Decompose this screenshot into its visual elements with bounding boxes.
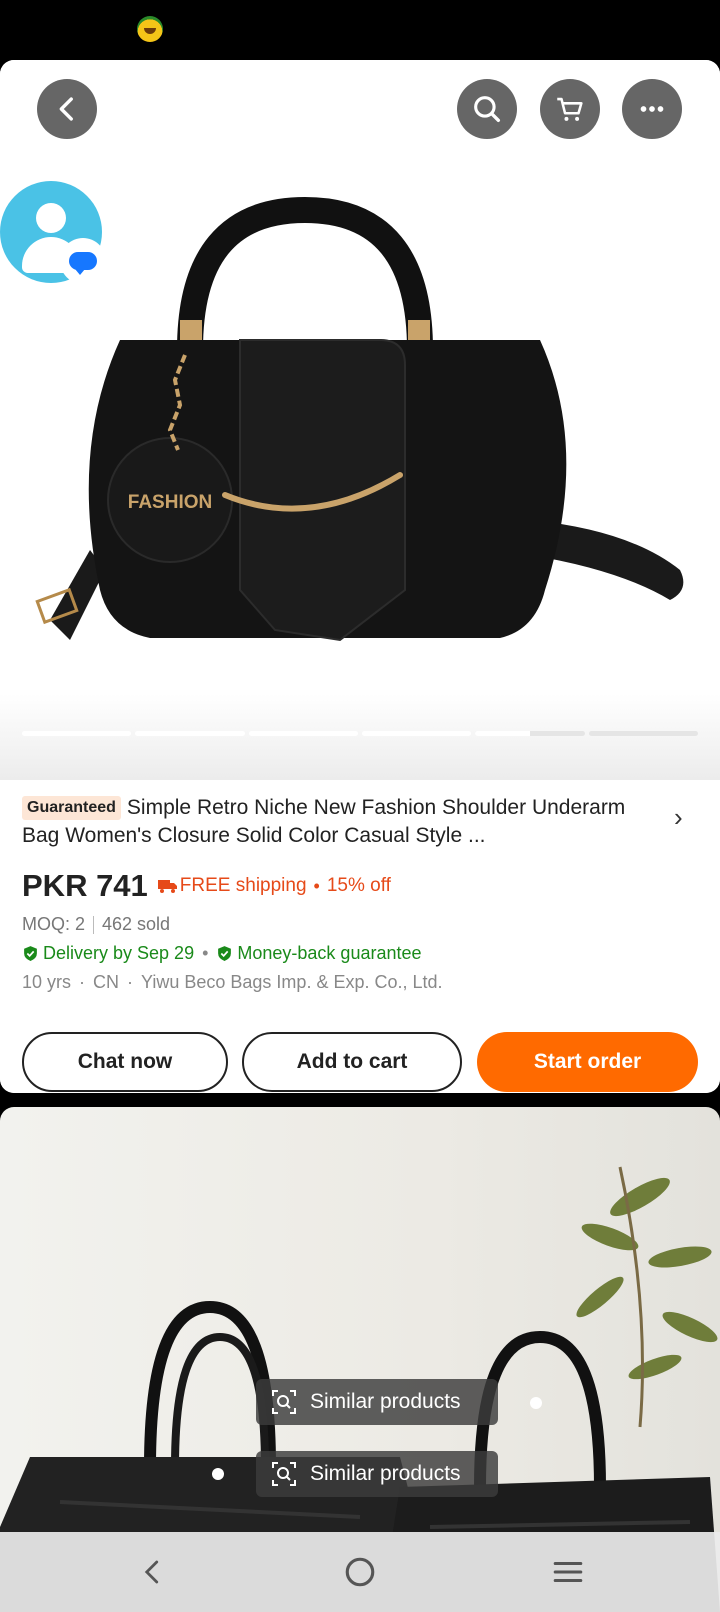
guaranteed-badge: Guaranteed	[22, 796, 121, 820]
free-shipping-label: FREE shipping	[157, 875, 307, 897]
supplier-years: 10 yrs	[22, 972, 72, 992]
cart-icon	[557, 97, 583, 121]
bag-tag-text: FASHION	[128, 492, 212, 513]
more-dots-icon	[640, 106, 664, 112]
shield-check-icon	[24, 946, 37, 961]
search-button[interactable]	[457, 79, 517, 139]
image-search-icon	[272, 1462, 296, 1486]
more-button[interactable]	[622, 79, 682, 139]
back-button[interactable]	[37, 79, 97, 139]
delivery-row: Delivery by Sep 29 • Money-back guarante…	[22, 943, 422, 964]
supplier-country: CN	[93, 972, 120, 992]
start-order-button[interactable]: Start order	[477, 1032, 698, 1092]
chat-bubble-icon[interactable]	[60, 238, 106, 284]
cartoon-face-icon	[137, 16, 163, 42]
add-to-cart-button[interactable]: Add to cart	[242, 1032, 462, 1092]
guarantee-text: Money-back guarantee	[237, 943, 422, 963]
shield-check-icon	[218, 946, 232, 961]
chevron-right-icon[interactable]: ›	[674, 802, 683, 833]
gallery-page-indicator	[361, 731, 472, 736]
separator-dot: •	[202, 943, 209, 963]
similar-products-label: Similar products	[310, 1462, 461, 1485]
discount-label: 15% off	[326, 875, 391, 896]
price-row: PKR 741 FREE shipping • 15% off	[22, 866, 391, 906]
gallery-page-indicator	[248, 731, 358, 736]
similar-products-button[interactable]: Similar products	[256, 1451, 498, 1497]
moq-label: MOQ: 2	[22, 914, 86, 934]
moq-row: MOQ: 2 462 sold	[22, 914, 170, 935]
gallery-indicator	[22, 731, 698, 737]
similar-products-label: Similar products	[310, 1390, 461, 1413]
product-title-row[interactable]: Guaranteed Simple Retro Niche New Fashion…	[22, 794, 642, 850]
status-bar	[0, 0, 720, 60]
separator-dot: •	[313, 875, 320, 896]
gallery-page-indicator	[588, 731, 698, 736]
image-search-icon	[272, 1390, 296, 1414]
product-gallery[interactable]: FASHION	[0, 60, 720, 780]
delivery-text: Delivery by Sep 29	[43, 943, 195, 963]
similar-products-button[interactable]: Similar products	[256, 1379, 498, 1425]
chevron-left-icon	[144, 1560, 159, 1584]
sold-count: 462 sold	[102, 914, 171, 934]
chat-now-button[interactable]: Chat now	[22, 1032, 228, 1092]
nav-back-button[interactable]	[131, 1550, 175, 1594]
system-nav-bar	[0, 1532, 720, 1612]
gallery-page-indicator	[475, 731, 585, 736]
truck-icon	[157, 880, 177, 893]
avatar-head	[36, 203, 66, 233]
gallery-page-indicator	[22, 731, 132, 736]
product-card: FASHION Guaranteed Simple Retro Niche New…	[0, 60, 720, 1093]
supplier-row[interactable]: 10 yrs · CN · Yiwu Beco Bags Imp. & Exp. Co.…	[22, 972, 443, 993]
product-price: PKR 741	[22, 868, 148, 903]
nav-recents-button[interactable]	[546, 1550, 590, 1594]
nav-home-button[interactable]	[338, 1550, 382, 1594]
cart-button[interactable]	[540, 79, 600, 139]
product-info: Guaranteed Simple Retro Niche New Fashion…	[0, 780, 720, 1093]
divider	[93, 915, 95, 934]
home-circle-icon	[345, 1557, 375, 1587]
product-image: FASHION	[35, 196, 684, 642]
supplier-name: Yiwu Beco Bags Imp. & Exp. Co., Ltd.	[141, 972, 443, 992]
search-icon	[474, 96, 501, 123]
shipping-text: FREE shipping	[179, 875, 307, 896]
hotspot-dot[interactable]	[212, 1468, 224, 1480]
menu-lines-icon	[553, 1561, 583, 1583]
hotspot-dot[interactable]	[530, 1397, 542, 1409]
chevron-left-icon	[59, 97, 73, 121]
gallery-page-indicator	[135, 731, 245, 736]
